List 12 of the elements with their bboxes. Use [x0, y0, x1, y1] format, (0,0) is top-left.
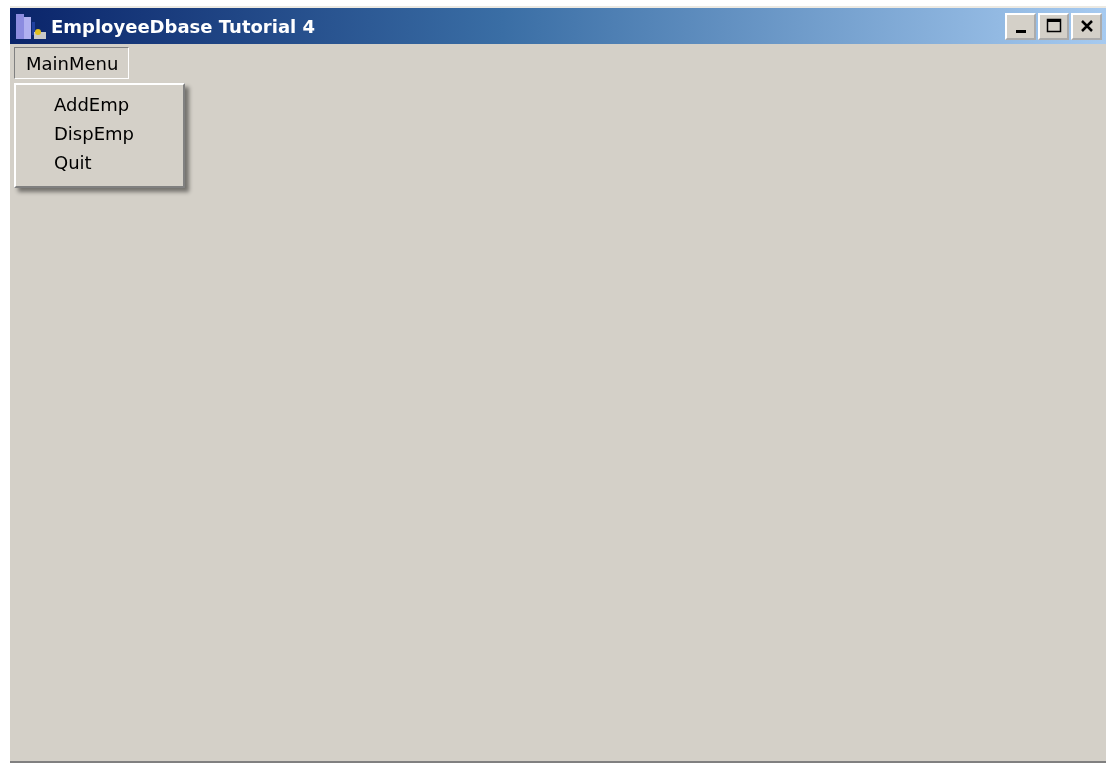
maximize-icon — [1045, 18, 1062, 34]
menu-option[interactable]: Quit — [16, 149, 183, 178]
window-title: EmployeeDbase Tutorial 4 — [51, 15, 317, 37]
minimize-icon — [1015, 29, 1026, 33]
menu-option[interactable]: DispEmp — [16, 120, 183, 149]
menu-item[interactable]: MainMenu — [14, 47, 130, 79]
maximize-button[interactable] — [1038, 12, 1069, 40]
app-icon — [14, 13, 48, 39]
minimize-button[interactable] — [1005, 12, 1036, 40]
menu-option[interactable]: AddEmp — [16, 91, 183, 120]
close-button[interactable] — [1071, 12, 1102, 40]
close-icon — [1079, 19, 1094, 33]
